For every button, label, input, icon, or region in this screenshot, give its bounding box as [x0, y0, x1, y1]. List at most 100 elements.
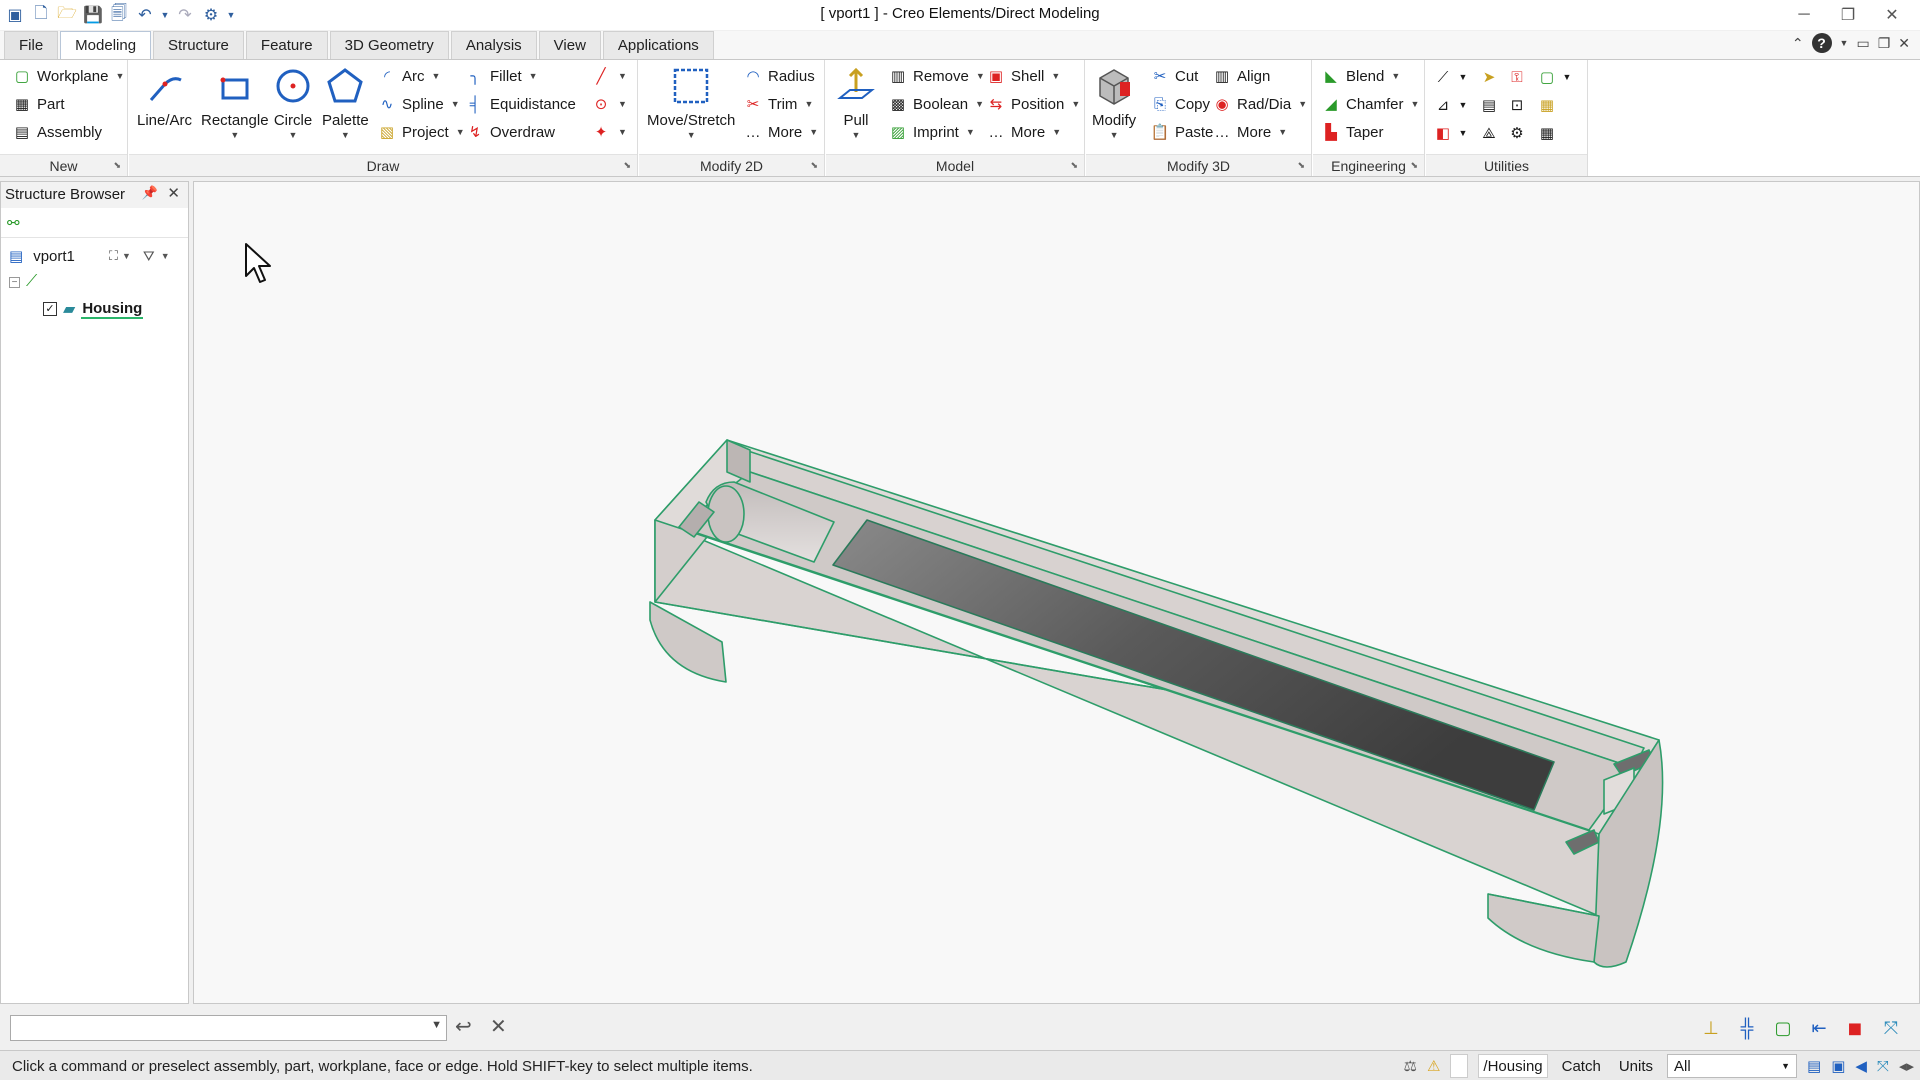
tab-applications[interactable]: Applications: [602, 31, 714, 59]
point-button[interactable]: ✦ ▼: [591, 120, 627, 144]
chamfer-button[interactable]: ◢ Chamfer ▼: [1321, 92, 1419, 116]
equidistance-button[interactable]: ╡ Equidistance: [465, 92, 576, 116]
workplane-view-icon[interactable]: ⊥: [1696, 1013, 1726, 1043]
tab-modeling[interactable]: Modeling: [60, 31, 152, 59]
viewport-3d[interactable]: [193, 181, 1920, 1004]
position-button[interactable]: ⇆ Position ▼: [986, 92, 1081, 116]
dimension-icon[interactable]: ⊿: [1432, 94, 1454, 116]
restore-button[interactable]: ❐: [1826, 2, 1870, 28]
overdraw-button[interactable]: ↯ Overdraw: [465, 120, 555, 144]
zoom-fit-icon[interactable]: ⤧: [1877, 1058, 1889, 1075]
tree-item-housing[interactable]: ✓ ▰ Housing: [43, 299, 144, 319]
align-button[interactable]: ▥ Align: [1212, 64, 1270, 88]
binoculars-icon[interactable]: ⛶: [109, 248, 118, 264]
table-icon[interactable]: ▦: [1536, 122, 1558, 144]
tree-root[interactable]: − ⟋: [9, 273, 37, 291]
qat-customize-dropdown-icon[interactable]: ▼: [226, 4, 236, 26]
imprint-button[interactable]: ▨ Imprint ▼: [888, 120, 975, 144]
app-icon[interactable]: ▣: [4, 4, 26, 26]
minimize-button[interactable]: ─: [1782, 2, 1826, 28]
selection-filter-select[interactable]: All ▼: [1667, 1054, 1797, 1078]
group-model-launcher-icon[interactable]: ⬊: [1070, 160, 1078, 171]
viewport-layout-icon[interactable]: ▣: [1831, 1057, 1845, 1075]
assembly-button[interactable]: ▤ Assembly: [12, 120, 102, 144]
circle-button[interactable]: Circle ▼: [271, 64, 315, 140]
spline-button[interactable]: ∿ Spline ▼: [377, 92, 460, 116]
dimension-dropdown-icon[interactable]: ▼: [1452, 94, 1474, 116]
rectangle-button[interactable]: Rectangle ▼: [201, 64, 269, 140]
save-icon[interactable]: 💾: [82, 4, 104, 26]
workplane-set-icon[interactable]: ▢: [1768, 1013, 1798, 1043]
mdi-restore-icon[interactable]: ❐: [1878, 35, 1891, 52]
settings-icon[interactable]: ⚙: [1506, 122, 1528, 144]
open-folder-icon[interactable]: 🗁: [56, 4, 78, 26]
snap-icon[interactable]: ⚿: [1506, 66, 1528, 88]
tab-view[interactable]: View: [538, 31, 601, 59]
close-button[interactable]: ✕: [1870, 2, 1914, 28]
scroll-arrows-icon[interactable]: ◂▸: [1899, 1057, 1914, 1075]
pin-icon[interactable]: 📌: [142, 185, 158, 201]
tab-3d-geometry[interactable]: 3D Geometry: [329, 31, 449, 59]
project-button[interactable]: ▧ Project ▼: [377, 120, 465, 144]
modify-button[interactable]: Modify ▼: [1092, 64, 1136, 140]
mdi-minimize-icon[interactable]: ▭: [1856, 35, 1869, 52]
tree-view-icon[interactable]: ⚯: [7, 214, 20, 232]
fillet-button[interactable]: ╮ Fillet ▼: [465, 64, 537, 88]
workplane-button[interactable]: ▢ Workplane ▼: [12, 64, 124, 88]
align-view-icon[interactable]: ⇤: [1804, 1013, 1834, 1043]
fit-view-icon[interactable]: ⤧: [1876, 1013, 1906, 1043]
modify2d-more-button[interactable]: … More ▼: [743, 120, 819, 144]
housing-body[interactable]: [649, 439, 1664, 968]
mdi-close-icon[interactable]: ✕: [1898, 35, 1910, 52]
rad-dia-button[interactable]: ◉ Rad/Dia ▼: [1212, 92, 1307, 116]
library-icon[interactable]: ▦: [1536, 94, 1558, 116]
dimension-mode-icon[interactable]: ⚖: [1404, 1057, 1417, 1075]
measure-dropdown-icon[interactable]: ▼: [1452, 66, 1474, 88]
line-arc-button[interactable]: Line/Arc: [137, 64, 192, 129]
visibility-checkbox[interactable]: ✓: [43, 302, 57, 316]
housing-model[interactable]: [194, 182, 1919, 1003]
palette-button[interactable]: Palette ▼: [322, 64, 369, 140]
viewport-selector[interactable]: ▤ vport1 ⛶ ▼ ⛛ ▼: [1, 243, 188, 269]
group-draw-launcher-icon[interactable]: ⬊: [623, 160, 631, 171]
filter-dropdown-icon[interactable]: ▼: [161, 251, 170, 261]
customize-icon[interactable]: ⚙: [200, 4, 222, 26]
group-modify-3d-launcher-icon[interactable]: ⬊: [1297, 160, 1305, 171]
tab-file[interactable]: File: [4, 31, 59, 59]
box-select-icon[interactable]: ▢: [1536, 66, 1558, 88]
previous-view-icon[interactable]: ◀: [1855, 1057, 1867, 1075]
help-dropdown-icon[interactable]: ▼: [1840, 38, 1849, 48]
enter-command-icon[interactable]: ↩: [455, 1014, 472, 1039]
model-more-button[interactable]: … More ▼: [986, 120, 1062, 144]
warning-icon[interactable]: ⚠: [1427, 1057, 1440, 1075]
modify3d-more-button[interactable]: … More ▼: [1212, 120, 1288, 144]
minimize-ribbon-icon[interactable]: ⌃: [1792, 35, 1804, 52]
section-dropdown-icon[interactable]: ▼: [1452, 122, 1474, 144]
blend-button[interactable]: ◣ Blend ▼: [1321, 64, 1400, 88]
radius-button[interactable]: ◠ Radius: [743, 64, 814, 88]
tab-analysis[interactable]: Analysis: [450, 31, 537, 59]
arc-button[interactable]: ◜ Arc ▼: [377, 64, 440, 88]
group-new-launcher-icon[interactable]: ⬊: [113, 160, 121, 171]
move-stretch-button[interactable]: Move/Stretch ▼: [647, 64, 735, 140]
group-engineering-launcher-icon[interactable]: ⬊: [1410, 160, 1418, 171]
transform-icon[interactable]: ⟁: [1478, 122, 1500, 144]
select-arrow-icon[interactable]: ➤: [1478, 66, 1500, 88]
undo-dropdown-icon[interactable]: ▼: [160, 4, 170, 26]
cancel-command-icon[interactable]: ✕: [490, 1014, 507, 1039]
pull-button[interactable]: Pull ▼: [834, 64, 878, 140]
trim-button[interactable]: ✂ Trim ▼: [743, 92, 814, 116]
collapse-icon[interactable]: −: [9, 276, 20, 288]
help-icon[interactable]: ?: [1811, 33, 1832, 53]
units-button[interactable]: Units: [1615, 1054, 1657, 1078]
workplane-display-icon[interactable]: ▤: [1807, 1057, 1821, 1075]
cut-button[interactable]: ✂ Cut: [1150, 64, 1199, 88]
copy-button[interactable]: ⎘ Copy: [1150, 92, 1210, 116]
section-icon[interactable]: ◧: [1432, 122, 1454, 144]
paste-button[interactable]: 📋 Paste: [1150, 120, 1214, 144]
tab-feature[interactable]: Feature: [245, 31, 328, 59]
filter-icon[interactable]: ⛛: [143, 248, 155, 265]
remove-button[interactable]: ▥ Remove ▼: [888, 64, 985, 88]
print-preview-icon[interactable]: 🗐: [108, 4, 130, 26]
annotation-icon[interactable]: ▤: [1478, 94, 1500, 116]
